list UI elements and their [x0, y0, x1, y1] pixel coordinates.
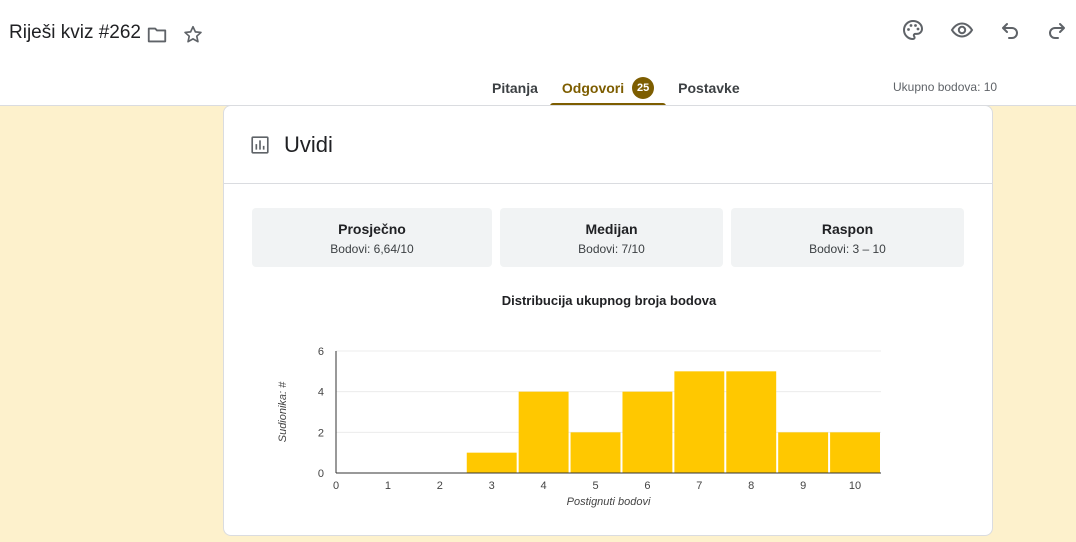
tab-label: Odgovori [561, 80, 625, 96]
tab-bar: Pitanja Odgovori 25 Postavke [480, 70, 752, 106]
histogram-bar [466, 452, 517, 473]
insights-card: Uvidi Prosječno Bodovi: 6,64/10 Medijan … [223, 105, 993, 536]
palette-icon[interactable] [901, 18, 925, 42]
histogram-bar [726, 371, 777, 473]
x-tick-label: 4 [541, 480, 547, 492]
y-tick-label: 4 [318, 387, 324, 399]
app-header: Riješi kviz #262 Pitanja Odgovori 25 Pos… [0, 0, 1076, 106]
histogram-bar [570, 432, 621, 473]
x-tick-label: 2 [437, 480, 443, 492]
tab-label: Postavke [678, 80, 740, 96]
x-axis-title: Postignuti bodovi [567, 496, 651, 508]
x-tick-label: 1 [385, 480, 391, 492]
redo-icon[interactable] [1045, 18, 1069, 42]
chart-title: Distribucija ukupnog broja bodova [501, 293, 717, 308]
y-tick-label: 0 [318, 468, 324, 480]
histogram-bar [518, 391, 569, 473]
insights-title: Uvidi [284, 132, 333, 157]
stat-label: Prosječno [338, 221, 406, 237]
undo-icon[interactable] [998, 18, 1022, 42]
stat-value: Bodovi: 3 – 10 [809, 242, 886, 256]
insights-header: Uvidi [224, 106, 992, 184]
stat-range: Raspon Bodovi: 3 – 10 [731, 208, 964, 267]
folder-icon[interactable] [146, 24, 168, 46]
x-tick-label: 7 [696, 480, 702, 492]
histogram-bar [674, 371, 725, 473]
eye-icon[interactable] [950, 18, 974, 42]
y-tick-label: 2 [318, 427, 324, 439]
stat-average: Prosječno Bodovi: 6,64/10 [252, 208, 492, 267]
insights-icon [251, 136, 269, 154]
stat-value: Bodovi: 7/10 [578, 242, 645, 256]
form-title[interactable]: Riješi kviz #262 [9, 22, 141, 44]
y-axis-title: Sudionika: # [277, 381, 289, 442]
stat-value: Bodovi: 6,64/10 [330, 242, 414, 256]
x-tick-label: 8 [748, 480, 754, 492]
x-tick-label: 10 [849, 480, 861, 492]
stat-label: Medijan [585, 221, 638, 237]
stat-median: Medijan Bodovi: 7/10 [500, 208, 723, 267]
tab-label: Pitanja [492, 80, 538, 96]
tab-settings[interactable]: Postavke [666, 70, 751, 106]
histogram-bar [830, 432, 880, 473]
tab-questions[interactable]: Pitanja [480, 70, 550, 106]
responses-count-badge: 25 [632, 77, 655, 99]
x-tick-label: 3 [489, 480, 495, 492]
star-icon[interactable] [182, 24, 204, 46]
histogram-bar [778, 432, 829, 473]
x-tick-label: 5 [592, 480, 598, 492]
score-distribution-chart: 0 2 4 6 0 1 2 3 4 5 6 7 8 9 10 Postignuti bodovi Sudioni… [277, 346, 881, 508]
x-tick-label: 6 [644, 480, 650, 492]
x-tick-label: 0 [333, 480, 339, 492]
stat-label: Raspon [821, 221, 874, 237]
total-points: Ukupno bodova: 10 [893, 80, 998, 94]
tab-responses[interactable]: Odgovori 25 [549, 70, 667, 106]
x-tick-label: 9 [800, 480, 806, 492]
histogram-bar [622, 391, 673, 473]
y-tick-label: 6 [318, 346, 324, 358]
